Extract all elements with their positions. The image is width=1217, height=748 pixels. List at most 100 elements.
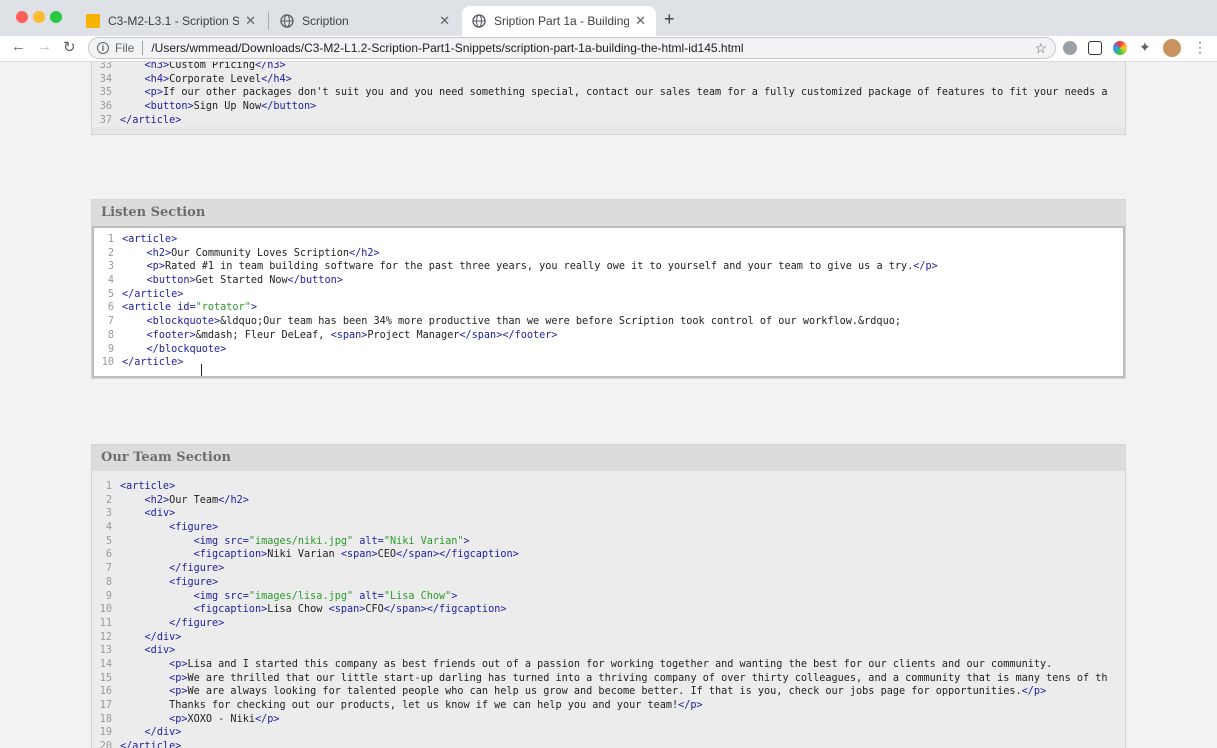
code-line: 11 </figure> bbox=[92, 617, 1125, 631]
avatar[interactable] bbox=[1163, 39, 1181, 57]
scheme-label: File bbox=[115, 41, 135, 55]
code-line: 12 </div> bbox=[92, 631, 1125, 645]
tab-slides[interactable]: C3-M2-L3.1 - Scription Site - I ✕ bbox=[76, 6, 266, 36]
code-text: <h2>Our Team</h2> bbox=[144, 494, 249, 506]
line-number: 13 bbox=[99, 645, 112, 657]
code-line: 7 </figure> bbox=[92, 562, 1125, 576]
tab-divider bbox=[268, 12, 269, 30]
code-text: <img src="images/lisa.jpg" alt="Lisa Cho… bbox=[193, 590, 458, 602]
page-content: 33 <h3>Custom Pricing</h3> 3 4 <h4>Corpora… bbox=[0, 62, 1217, 748]
tab-active[interactable]: Sription Part 1a - Building the I ✕ bbox=[462, 6, 656, 36]
code-text: <h3>Custom Pricing</h3> bbox=[144, 62, 286, 71]
code-editor[interactable]: 1 <article> 2 <h2>Our Community Loves Scri… bbox=[92, 226, 1125, 378]
line-number: 6 bbox=[107, 302, 114, 314]
code-line: 15 <p>We are thrilled that our little st… bbox=[92, 672, 1125, 686]
maximize-window-button[interactable] bbox=[50, 11, 62, 23]
info-icon[interactable]: i bbox=[97, 42, 109, 54]
line-number: 1 bbox=[107, 234, 114, 245]
line-number: 4 bbox=[107, 275, 114, 287]
code-block: 33 <h3>Custom Pricing</h3> 34 <h4>Corpora… bbox=[92, 62, 1125, 128]
code-line: 10 </article> bbox=[94, 356, 1123, 370]
code-text: <article> bbox=[120, 481, 176, 492]
minimize-window-button[interactable] bbox=[33, 11, 45, 23]
close-tab-icon[interactable]: ✕ bbox=[245, 13, 256, 29]
new-tab-button[interactable]: + bbox=[664, 9, 675, 30]
code-line: 7 <blockquote>&ldquo;Our team has been 3… bbox=[94, 315, 1123, 329]
code-line: 8 <figure> bbox=[92, 576, 1125, 590]
line-number: 5 bbox=[105, 535, 112, 547]
line-number: 3 bbox=[107, 261, 114, 273]
menu-icon[interactable]: ⋮ bbox=[1193, 39, 1207, 55]
close-tab-icon[interactable]: ✕ bbox=[635, 13, 646, 29]
url-text: /Users/wmmead/Downloads/C3-M2-L1.2-Scrip… bbox=[151, 41, 744, 55]
close-window-button[interactable] bbox=[16, 11, 28, 23]
code-text: </article> bbox=[120, 741, 182, 748]
code-text: <button>Sign Up Now</button> bbox=[144, 101, 317, 113]
code-text: <img src="images/niki.jpg" alt="Niki Var… bbox=[193, 535, 470, 547]
line-number: 10 bbox=[101, 357, 114, 369]
code-text: <blockquote>&ldquo;Our team has been 34%… bbox=[146, 316, 901, 328]
code-text: <h4>Corporate Level</h4> bbox=[144, 73, 292, 85]
tab-scription[interactable]: Scription ✕ bbox=[270, 6, 460, 36]
line-number: 14 bbox=[99, 658, 112, 670]
code-line: 8 <footer>&mdash; Fleur DeLeaf, <span>Pr… bbox=[94, 329, 1123, 343]
code-line: 1 <article> bbox=[92, 480, 1125, 494]
code-text: <div> bbox=[144, 508, 176, 520]
line-number: 10 bbox=[99, 604, 112, 616]
line-number: 19 bbox=[99, 727, 112, 739]
code-panel-listen: Listen Section 1 <article> 2 <h2>Our Commu… bbox=[91, 199, 1126, 379]
line-number: 3 bbox=[105, 508, 112, 520]
code-text: <article id="rotator"> bbox=[122, 302, 257, 314]
code-line: 16 <p>We are always looking for talented… bbox=[92, 685, 1125, 699]
back-icon[interactable]: ← bbox=[11, 38, 26, 55]
code-line: 1 <article> bbox=[94, 233, 1123, 247]
code-text: Thanks for checking out our products, le… bbox=[120, 700, 703, 711]
code-text: </div> bbox=[144, 727, 182, 739]
line-number: 11 bbox=[99, 617, 112, 629]
reload-icon[interactable]: ↻ bbox=[63, 38, 76, 56]
line-number: 18 bbox=[99, 713, 112, 725]
extension-icon[interactable] bbox=[1063, 41, 1077, 55]
code-text: </article> bbox=[122, 357, 184, 369]
code-text: <figure> bbox=[169, 576, 219, 588]
code-text: <figure> bbox=[169, 522, 219, 534]
bookmark-star-icon[interactable]: ☆ bbox=[1034, 40, 1047, 57]
code-line: 6 <figcaption>Niki Varian <span>CEO</spa… bbox=[92, 548, 1125, 562]
code-line: 3 <p>Rated #1 in team building software … bbox=[94, 260, 1123, 274]
line-number: 33 bbox=[99, 62, 112, 71]
tab-title: Sription Part 1a - Building the I bbox=[494, 14, 630, 28]
divider bbox=[142, 41, 144, 55]
browser-toolbar: ← → ↻ i File /Users/wmmead/Downloads/C3-… bbox=[0, 36, 1217, 62]
code-line: 19 </div> bbox=[92, 726, 1125, 740]
text-cursor bbox=[201, 364, 202, 376]
code-text: </div> bbox=[144, 631, 182, 643]
code-line: 18 <p>XOXO - Niki</p> bbox=[92, 713, 1125, 727]
code-line: 37 </article> bbox=[92, 114, 1125, 128]
forward-icon[interactable]: → bbox=[37, 38, 52, 55]
code-text: <div> bbox=[144, 645, 176, 657]
code-line: 3 <div> bbox=[92, 507, 1125, 521]
code-line: 20 </article> bbox=[92, 740, 1125, 748]
tab-title: C3-M2-L3.1 - Scription Site - I bbox=[108, 14, 240, 28]
code-line: 17 Thanks for checking out our products,… bbox=[92, 699, 1125, 713]
code-line: 2 <h2>Our Community Loves Scription</h2> bbox=[94, 247, 1123, 261]
extension-icon[interactable] bbox=[1113, 41, 1127, 55]
line-number: 7 bbox=[107, 316, 114, 328]
code-text: </article> bbox=[120, 114, 182, 126]
line-number: 6 bbox=[105, 549, 112, 561]
line-number: 17 bbox=[99, 700, 112, 711]
close-tab-icon[interactable]: ✕ bbox=[439, 13, 450, 29]
extension-icon[interactable] bbox=[1088, 41, 1102, 55]
code-panel-team: Our Team Section 1 <article> 2 <h2>Our Tea… bbox=[91, 444, 1126, 748]
code-text: <article> bbox=[122, 234, 178, 245]
code-line: 13 <div> bbox=[92, 644, 1125, 658]
line-number: 20 bbox=[99, 741, 112, 748]
code-text: <footer>&mdash; Fleur DeLeaf, <span>Proj… bbox=[146, 329, 558, 341]
code-text: </blockquote> bbox=[146, 343, 227, 355]
address-bar[interactable]: i File /Users/wmmead/Downloads/C3-M2-L1.… bbox=[88, 37, 1056, 59]
line-number: 8 bbox=[105, 576, 112, 588]
code-line: 9 </blockquote> bbox=[94, 343, 1123, 357]
section-title: Listen Section bbox=[92, 200, 1125, 226]
code-block[interactable]: 1 <article> 2 <h2>Our Team</h2> 3 <div> 4 <f… bbox=[92, 471, 1125, 748]
puzzle-icon[interactable]: ✦ bbox=[1139, 39, 1153, 55]
